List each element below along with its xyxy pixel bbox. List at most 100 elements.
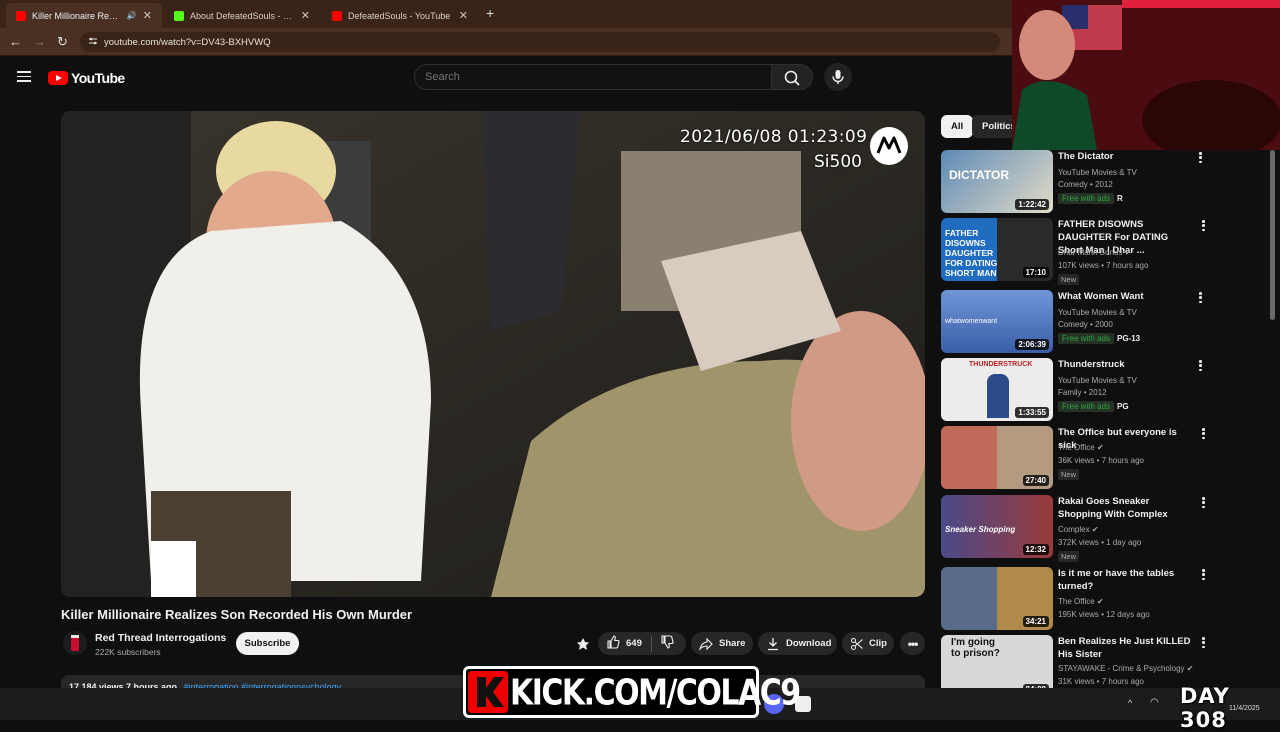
video-player[interactable] [61, 111, 925, 597]
more-vert-icon[interactable] [1202, 428, 1206, 442]
chip-all[interactable]: All [941, 115, 974, 138]
download-icon [768, 637, 778, 650]
forward-icon[interactable]: → [33, 34, 46, 49]
clip-button[interactable]: Clip [842, 632, 894, 655]
share-button[interactable]: Share [691, 632, 753, 655]
browser-tab-bar: Killer Millionaire Realizes So 🔊 ✕ About… [0, 0, 1012, 28]
video-thumbnail[interactable]: Sneaker Shopping 12:32 [941, 495, 1053, 558]
duration-badge: 17:10 [1022, 267, 1049, 278]
close-tab-icon[interactable]: ✕ [143, 9, 152, 22]
video-thumbnail[interactable]: whatwomenwant 2:06:39 [941, 290, 1053, 353]
video-thumbnail[interactable]: FATHER DISOWNS DAUGHTER FOR DATING SHORT… [941, 218, 1053, 281]
video-thumbnail[interactable]: 34:21 [941, 567, 1053, 630]
new-tab-button[interactable]: + [486, 5, 494, 21]
url-field[interactable]: youtube.com/watch?v=DV43-BXHVWQ [80, 32, 1000, 52]
speaker-icon[interactable]: 🔊 [127, 11, 137, 20]
rec-meta: Comedy • 2000 [1058, 320, 1113, 329]
more-vert-icon[interactable] [1202, 497, 1206, 511]
more-vert-icon[interactable] [1199, 152, 1203, 166]
more-vert-icon[interactable] [1202, 637, 1206, 651]
rec-channel: STAYAWAKE - Crime & Psychology [1058, 664, 1185, 673]
kick-url-text: KICK.COM/COLAC9 [510, 672, 801, 714]
sidebar-scrollbar[interactable] [1270, 150, 1275, 320]
search-input[interactable] [414, 64, 772, 90]
share-label: Share [719, 638, 746, 649]
hype-icon[interactable] [576, 632, 594, 655]
search-button[interactable] [771, 64, 813, 90]
download-label: Download [786, 638, 832, 649]
tab-title: DefeatedSouls - YouTube [348, 10, 451, 21]
rec-title: What Women Want [1058, 291, 1144, 302]
rating-badge: R [1117, 194, 1123, 203]
verified-icon: ✔ [1097, 597, 1104, 606]
more-vert-icon[interactable] [1202, 569, 1206, 583]
back-icon[interactable]: ← [9, 34, 22, 49]
verified-icon: ✔ [1124, 248, 1132, 257]
close-tab-icon[interactable]: ✕ [301, 9, 310, 22]
rec-meta: Comedy • 2012 [1058, 180, 1113, 189]
voice-search-button[interactable] [824, 63, 852, 91]
channel-subscribers: 222K subscribers [95, 647, 161, 657]
more-vert-icon[interactable] [1202, 220, 1206, 234]
reload-icon[interactable]: ↻ [57, 34, 68, 50]
motorola-logo-icon [870, 127, 908, 165]
like-button[interactable] [606, 635, 620, 652]
youtube-favicon-icon [332, 10, 342, 21]
more-horizontal-icon: ••• [907, 636, 919, 651]
subscribe-button[interactable]: Subscribe [236, 632, 299, 655]
day-counter: DAY 308 [1180, 684, 1230, 732]
rec-channel: The Office [1058, 597, 1095, 606]
rec-title: The Dictator [1058, 151, 1114, 162]
menu-icon[interactable] [17, 71, 31, 82]
youtube-logo[interactable]: YouTube [48, 70, 125, 86]
wifi-icon[interactable]: ◠ [1150, 697, 1159, 708]
more-vert-icon[interactable] [1199, 292, 1203, 306]
chevron-up-icon[interactable]: ^ [1128, 698, 1132, 708]
thumbnail-text: THUNDERSTRUCK [969, 361, 1033, 368]
rating-badge: PG [1117, 402, 1129, 411]
rec-meta: 107K views • 7 hours ago [1058, 261, 1149, 270]
scissors-icon [851, 637, 863, 650]
verified-icon: ✔ [1186, 664, 1194, 673]
more-actions-button[interactable]: ••• [900, 632, 925, 655]
clip-label: Clip [869, 638, 887, 649]
video-osd-timestamp: 2021/06/08 01:23:09 [680, 127, 868, 147]
rec-meta: 36K views • 7 hours ago [1058, 456, 1144, 465]
thumbnail-text: FATHER DISOWNS DAUGHTER FOR DATING SHORT… [945, 228, 998, 278]
rec-channel: YouTube Movies & TV [1058, 376, 1137, 385]
dislike-button[interactable] [660, 635, 674, 652]
rec-channel-row: Dhar Mann Bonus ✔ [1058, 248, 1131, 257]
kick-favicon-icon [174, 10, 184, 21]
channel-name[interactable]: Red Thread Interrogations [95, 632, 226, 644]
rec-channel: Complex [1058, 525, 1090, 534]
new-badge: New [1058, 274, 1080, 285]
download-button[interactable]: Download [758, 632, 837, 655]
youtube-favicon-icon [16, 10, 26, 21]
share-icon [699, 637, 713, 651]
search-icon [784, 70, 800, 86]
duration-badge: 27:40 [1022, 475, 1049, 486]
channel-avatar[interactable] [63, 631, 87, 655]
video-thumbnail[interactable]: DICTATOR 1:22:42 [941, 150, 1053, 213]
video-thumbnail[interactable]: 27:40 [941, 426, 1053, 489]
more-vert-icon[interactable] [1199, 360, 1203, 374]
browser-tab-video[interactable]: Killer Millionaire Realizes So 🔊 ✕ [6, 3, 162, 28]
browser-tab-about[interactable]: About DefeatedSouls - Watch L ✕ [164, 3, 320, 28]
like-divider [650, 635, 652, 652]
video-frame [61, 111, 925, 597]
video-thumbnail[interactable]: THUNDERSTRUCK 1:33:55 [941, 358, 1053, 421]
rec-meta: Family • 2012 [1058, 388, 1107, 397]
thumbnail-text: DICTATOR [949, 168, 1009, 182]
site-info-icon[interactable] [88, 36, 98, 46]
rec-channel: YouTube Movies & TV [1058, 168, 1137, 177]
duration-badge: 12:32 [1022, 544, 1049, 555]
rec-title: Rakai Goes Sneaker Shopping With Complex [1058, 496, 1168, 520]
rating-badge: PG-13 [1117, 334, 1141, 343]
browser-tab-channel[interactable]: DefeatedSouls - YouTube ✕ [322, 3, 478, 28]
rec-channel: YouTube Movies & TV [1058, 308, 1137, 317]
thumbs-down-icon [661, 635, 674, 649]
close-tab-icon[interactable]: ✕ [459, 9, 468, 22]
new-badge: New [1058, 551, 1080, 562]
rec-channel-row: Complex ✔ [1058, 525, 1099, 534]
verified-icon: ✔ [1097, 443, 1104, 452]
